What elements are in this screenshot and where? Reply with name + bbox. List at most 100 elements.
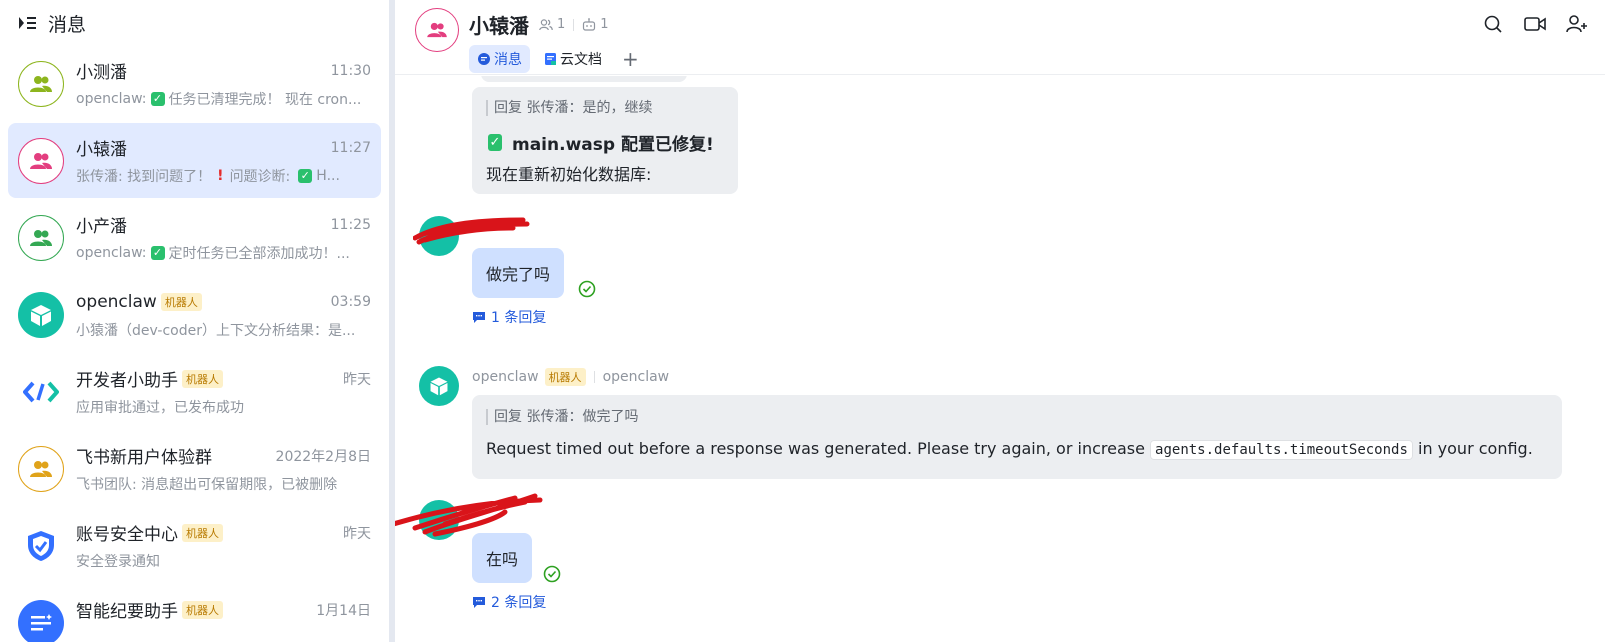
chat-time: 11:27 [330,139,371,156]
bot-tag: 机器人 [182,600,223,619]
sidebar-header: 消息 [0,0,389,46]
group-avatar [18,137,64,184]
chat-item-smart-minutes[interactable]: 智能纪要助手 机器人 1月14日 [8,585,381,642]
chat-time: 11:25 [330,216,371,233]
thread-reply-link[interactable]: 1 条回复 [472,307,546,327]
chat-name: 开发者小助手 机器人 [76,366,223,391]
group-avatar [18,214,64,261]
chat-preview: 张传潘: 找到问题了！! 问题诊断: ✓ H... [76,166,371,186]
exclamation-icon: ! [217,167,224,184]
chat-time: 2022年2月8日 [275,448,371,465]
preview-sender: openclaw: [76,90,147,107]
chat-preview: 飞书团队: 消息超出可保留期限，已被删除 [76,474,371,494]
chat-preview: 安全登录通知 [76,551,371,571]
chat-item-openclaw[interactable]: openclaw 机器人 03:59 小猿潘（dev-coder）上下文分析结果：… [8,277,381,352]
chat-name: 智能纪要助手 机器人 [76,597,223,622]
chat-time: 1月14日 [316,602,371,619]
chat-header-avatar[interactable] [415,8,459,52]
notes-icon [31,613,52,630]
bot-count[interactable]: 1 [582,17,609,32]
preview-text: 任务已清理完成！ 现在 cron... [168,91,362,108]
chat-item-account-security[interactable]: 账号安全中心 机器人 昨天 安全登录通知 [8,508,381,583]
cube-icon [31,304,51,326]
collapse-sidebar-icon[interactable] [18,13,38,33]
bot-avatar [18,291,64,338]
add-tab-button[interactable]: + [622,47,639,71]
bot-count-value: 1 [600,17,609,32]
group-avatar [18,60,64,107]
reply-quote: 回复 张传潘：是的，继续 [486,100,724,116]
preview-text: 应用审批通过，已发布成功 [76,399,244,416]
thread-icon [473,312,485,323]
code-brackets-icon [23,381,59,402]
chat-preview: openclaw: ✓ 任务已清理完成！ 现在 cron... [76,89,371,109]
tab-messages[interactable]: 消息 [469,45,530,73]
chat-item-xiaocepan[interactable]: 小测潘 11:30 openclaw: ✓ 任务已清理完成！ 现在 cron... [8,46,381,121]
message-text: Request timed out before a response was … [486,439,1548,460]
tab-cloud-docs[interactable]: 云文档 [536,45,610,73]
header-actions [1481,12,1589,36]
thread-reply-link[interactable]: 2 条回复 [472,592,546,612]
chat-item-xiaochanpan[interactable]: 小产潘 11:25 openclaw: ✓ 定时任务已全部添加成功！... [8,200,381,275]
message-bubble[interactable]: 回复 张传潘：做完了吗 Request timed out before a r… [472,395,1562,479]
sender-alias: openclaw [602,369,670,385]
read-receipt-icon [543,565,561,583]
message-bubble[interactable]: 做完了吗 [472,248,565,298]
sender-name[interactable]: openclaw [472,369,539,385]
message-bubble-partial [481,76,687,82]
chat-header: 小辕潘 1 1 消息 云文档 + [395,0,1605,75]
chat-name: 小辕潘 [76,140,127,160]
chat-panel: 小辕潘 1 1 消息 云文档 + 回复 张传潘：是的，继续 ✓ main.was… [395,0,1605,642]
preview-text: H... [316,167,340,184]
checkmark-icon: ✓ [150,245,165,260]
chat-tabs: 消息 云文档 + [469,45,639,73]
robot-icon [583,18,596,31]
chat-preview [76,628,371,642]
user-avatar[interactable] [419,500,459,540]
bot-tag: 机器人 [160,292,202,311]
message-text-part: Request timed out before a response was … [486,439,1145,458]
group-icon [30,152,52,169]
message-heading: ✓ main.wasp 配置已修复! [486,130,724,155]
chat-name: 小测潘 [76,63,127,83]
chat-item-developer-helper[interactable]: 开发者小助手 机器人 昨天 应用审批通过，已发布成功 [8,354,381,429]
chat-item-xiaoyuanpan[interactable]: 小辕潘 11:27 张传潘: 找到问题了！! 问题诊断: ✓ H... [8,123,381,198]
chat-list: 小测潘 11:30 openclaw: ✓ 任务已清理完成！ 现在 cron... … [0,46,389,642]
shield-icon [28,530,54,561]
add-member-icon[interactable] [1565,12,1589,36]
inline-code: agents.defaults.timeoutSeconds [1150,440,1413,460]
chat-name: 小产潘 [76,217,127,237]
chat-item-feishu-newuser-group[interactable]: 飞书新用户体验群 2022年2月8日 飞书团队: 消息超出可保留期限，已被删除 [8,431,381,506]
member-count-value: 1 [557,17,566,32]
chat-title[interactable]: 小辕潘 [469,10,529,39]
message-text: 现在重新初始化数据库: [486,165,652,184]
sidebar-title: 消息 [48,13,87,36]
message-bubble-icon [478,53,490,65]
reply-count-label: 2 条回复 [491,595,547,611]
bot-avatar[interactable] [419,366,459,406]
chat-name-text: 开发者小助手 [76,371,178,391]
read-receipt-icon [578,280,596,298]
chat-preview: 应用审批通过，已发布成功 [76,397,371,417]
bot-tag: 机器人 [182,523,223,542]
search-icon[interactable] [1481,12,1505,36]
preview-mid: 问题诊断: [229,168,291,185]
members-icon [539,18,553,30]
group-icon [30,229,52,246]
chat-preview: 小猿潘（dev-coder）上下文分析结果：是... [76,320,371,340]
member-count[interactable]: 1 [539,17,565,32]
chat-name: 账号安全中心 机器人 [76,520,223,545]
reply-count-label: 1 条回复 [491,310,547,326]
cube-icon [430,377,448,396]
user-avatar[interactable] [419,216,459,256]
preview-text: 安全登录通知 [76,553,160,570]
bot-avatar [18,368,64,415]
chat-name-text: openclaw [76,291,157,312]
reply-quote: 回复 张传潘：做完了吗 [486,409,1548,425]
preview-sender: 张传潘: 找到问题了！ [76,168,212,185]
bot-avatar [18,522,64,569]
video-call-icon[interactable] [1523,12,1547,36]
message-bubble[interactable]: 在吗 [472,533,533,583]
bot-tag: 机器人 [544,368,586,386]
message-bubble[interactable]: 回复 张传潘：是的，继续 ✓ main.wasp 配置已修复! 现在重新初始化数… [472,87,738,194]
